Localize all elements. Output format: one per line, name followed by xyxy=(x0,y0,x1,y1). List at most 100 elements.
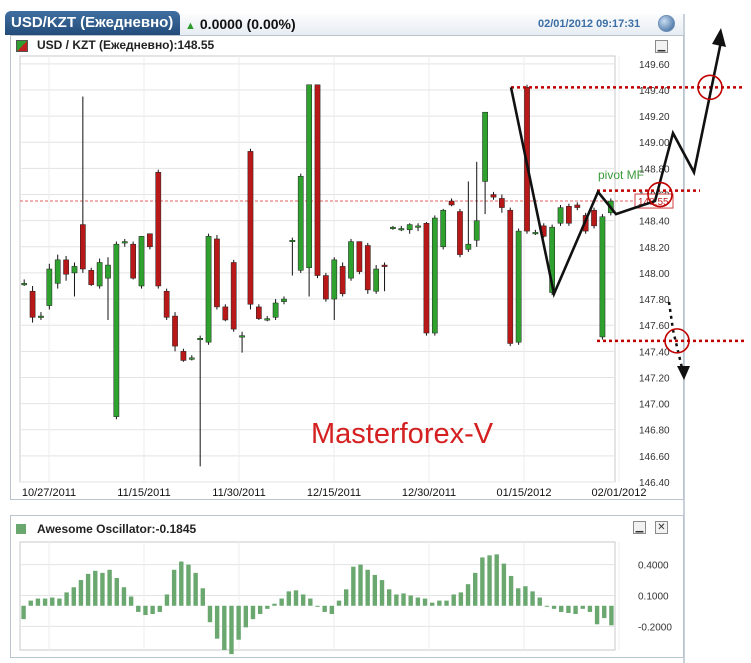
oscillator-bar xyxy=(401,593,406,606)
candle-body xyxy=(289,240,296,243)
candle-body xyxy=(331,259,338,300)
candle-body xyxy=(222,306,229,321)
oscillator-bar xyxy=(186,564,191,606)
oscillator-y-tick-label: 0.4000 xyxy=(638,561,669,572)
watermark-text: Masterforex-V xyxy=(311,418,494,450)
candle-body xyxy=(205,236,212,343)
oscillator-bar xyxy=(121,587,127,606)
candle-body xyxy=(373,268,380,292)
oscillator-bar xyxy=(365,569,370,606)
oscillator-bar xyxy=(114,578,119,606)
oscillator-bar xyxy=(243,605,249,628)
candle xyxy=(80,96,86,273)
candle-body xyxy=(465,243,472,250)
candle-body xyxy=(591,209,597,227)
candle xyxy=(364,242,371,294)
candle-body xyxy=(457,211,463,255)
oscillator-bar xyxy=(150,605,155,614)
candle-body xyxy=(482,111,488,182)
oscillator-bar xyxy=(602,605,607,619)
candle-body xyxy=(423,223,430,334)
candle xyxy=(155,169,162,289)
oscillator-bar xyxy=(458,592,464,606)
oscillator-bar xyxy=(21,605,26,620)
candle-body xyxy=(532,232,539,235)
oscillator-bar xyxy=(179,561,184,606)
candle-body xyxy=(138,236,145,287)
oscillator-bar xyxy=(559,605,564,612)
candle xyxy=(431,215,438,336)
oscillator-bar xyxy=(386,589,392,606)
candle-body xyxy=(130,243,136,279)
candle-body xyxy=(356,241,363,272)
candle xyxy=(96,258,103,289)
price-y-tick-label: 149.00 xyxy=(639,138,670,149)
oscillator-bar xyxy=(394,594,399,606)
candle-body xyxy=(21,283,28,286)
candle xyxy=(247,148,254,310)
candle xyxy=(29,285,36,323)
oscillator-bar xyxy=(193,572,198,606)
candle-body xyxy=(180,351,187,361)
candle-body xyxy=(339,266,346,295)
candle-body xyxy=(314,84,321,276)
candle-body xyxy=(80,224,86,270)
oscillator-bar xyxy=(494,554,499,606)
candle-body xyxy=(155,172,162,287)
oscillator-bar xyxy=(93,570,98,606)
oscillator-bar xyxy=(207,605,213,623)
candle xyxy=(121,238,128,247)
oscillator-bar xyxy=(465,584,471,606)
oscillator-bar xyxy=(315,605,320,607)
oscillator-bar xyxy=(265,605,270,609)
price-x-tick-label: 10/27/2011 xyxy=(22,487,76,499)
candle xyxy=(574,202,581,211)
candle xyxy=(230,259,237,332)
candle-body xyxy=(281,298,287,302)
candle-body xyxy=(297,175,304,271)
candle-body xyxy=(113,243,120,417)
candle xyxy=(331,257,338,320)
price-y-tick-label: 149.20 xyxy=(639,112,670,123)
oscillator-bar xyxy=(57,598,62,606)
candle xyxy=(172,312,178,352)
candle xyxy=(591,207,597,229)
candle xyxy=(490,191,497,200)
oscillator-bar xyxy=(50,597,55,606)
oscillator-bar xyxy=(78,580,84,606)
candle xyxy=(314,84,321,279)
candle-body xyxy=(348,241,354,279)
candle xyxy=(163,288,170,320)
candle-body xyxy=(272,302,279,318)
oscillator-bar xyxy=(587,605,593,612)
candle-body xyxy=(71,266,78,274)
candle-body xyxy=(323,275,329,300)
down-arrow-head-icon xyxy=(677,366,690,380)
oscillator-bar xyxy=(42,598,48,606)
up-arrow-head-icon xyxy=(712,28,726,47)
oscillator-bar xyxy=(293,590,299,606)
oscillator-bar xyxy=(214,605,220,639)
candle-body xyxy=(163,290,170,318)
candle-body xyxy=(390,226,396,229)
candle-body xyxy=(515,230,522,343)
oscillator-bar xyxy=(236,605,241,640)
oscillator-bar xyxy=(594,605,600,625)
oscillator-bar xyxy=(501,563,507,606)
candle xyxy=(130,241,136,280)
oscillator-bar xyxy=(100,572,105,606)
candle xyxy=(465,181,472,253)
candle xyxy=(532,229,539,236)
candle xyxy=(373,265,380,294)
oscillator-bar xyxy=(200,588,206,606)
candle-body xyxy=(490,194,497,198)
candle-body xyxy=(364,245,371,291)
candle xyxy=(398,225,405,232)
candle xyxy=(406,223,413,234)
oscillator-bar xyxy=(35,598,41,606)
candle xyxy=(515,228,522,345)
candle xyxy=(54,254,61,289)
candle xyxy=(180,348,187,362)
oscillator-bar xyxy=(300,594,306,606)
oscillator-bar xyxy=(573,605,578,614)
